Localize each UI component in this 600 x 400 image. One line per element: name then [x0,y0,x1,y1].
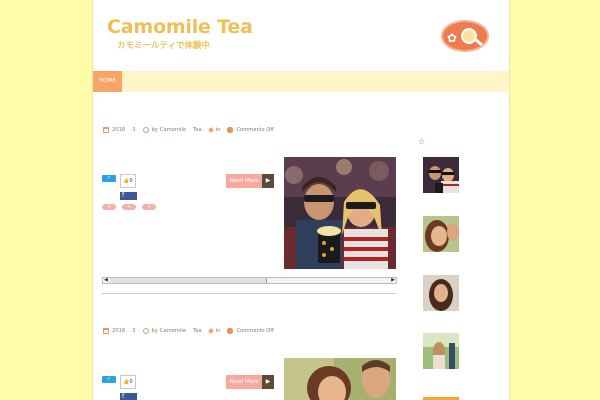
sidebar-thumbnail[interactable] [423,157,459,193]
author-icon [142,328,149,334]
calendar-icon [103,328,109,334]
author-prefix: by [151,328,158,334]
sidebar-thumbnail[interactable] [423,275,459,311]
post-year: 2016 [112,127,126,133]
author-link[interactable]: Camomile [160,127,186,133]
comments-status: Comments Off [236,328,274,334]
arrow-right-icon: ▶ [262,375,274,389]
couple-portrait-image [284,358,396,400]
pocket-pill-button[interactable]: ✎ [122,204,136,210]
handle-icon [474,38,484,47]
comment-icon [227,127,234,133]
movie-couple-image [284,157,396,269]
twitter-bird-icon: ✓ [106,376,112,382]
social-pills: ✎ ✎ ✎ [102,204,156,210]
tag-icon [207,127,214,133]
sidebar-thumbnail[interactable] [423,333,459,369]
site-title[interactable]: Camomile Tea [107,16,253,38]
post-meta: 2016 3 by Camomile Tea in Comments Off [103,328,274,334]
calendar-icon [103,127,109,133]
like-count: 0 [129,379,133,385]
movie-couple-thumb [423,157,459,193]
site-subtitle: カモミールティで体験中 [117,41,210,51]
author-link-2[interactable]: Tea [193,328,202,334]
main-navigation: HOME [93,71,509,92]
read-more-label: Read More [226,174,262,188]
author-prefix: by [151,127,158,133]
facebook-share-button[interactable]: f [120,393,137,400]
comments-status: Comments Off [236,127,274,133]
post-day: 3 [132,328,136,334]
post-divider [102,293,397,294]
sidebar-thumbnail[interactable] [423,216,459,252]
arrow-right-icon: ▶ [262,174,274,188]
post-meta: 2016 3 by Camomile Tea in Comments Off [103,127,274,133]
page-container: Camomile Tea カモミールティで体験中 ✿ HOME 2016 3 b… [92,0,510,400]
flower-icon: ✿ [447,31,458,45]
category-label: in [215,127,221,133]
post-thumbnail[interactable] [284,157,396,269]
nav-item-home[interactable]: HOME [93,71,122,92]
star-icon[interactable]: ☆ [418,137,425,146]
sidebar-thumbnail[interactable] [423,391,459,400]
scroll-left-arrow-icon[interactable]: ◀ [104,277,108,284]
hatena-pill-button[interactable]: ✎ [102,204,116,210]
comment-icon [227,328,234,334]
like-count: 0 [129,178,133,184]
author-link-2[interactable]: Tea [193,127,202,133]
twitter-share-button[interactable]: ✓ [102,175,116,182]
post-day: 3 [132,127,136,133]
woman-portrait-thumb [423,275,459,311]
read-more-label: Read More [226,375,262,389]
line-pill-button[interactable]: ✎ [142,204,156,210]
facebook-share-button[interactable]: f [120,192,137,200]
author-link[interactable]: Camomile [160,328,186,334]
category-label: in [215,328,221,334]
couple-outdoors-thumb [423,333,459,369]
post-year: 2016 [112,328,126,334]
scroll-right-arrow-icon[interactable]: ▶ [391,277,395,284]
author-icon [142,127,149,133]
read-more-button[interactable]: Read More ▶ [226,375,274,389]
like-button[interactable]: 👍0 [120,174,136,188]
tea-cup-logo-icon[interactable]: ✿ [441,20,489,52]
tag-icon [207,328,214,334]
horizontal-scrollbar[interactable]: ◀ ▶ [102,277,397,284]
read-more-button[interactable]: Read More ▶ [226,174,274,188]
twitter-bird-icon: ✓ [106,175,112,181]
scrollbar-thumb[interactable] [110,278,267,283]
post-thumbnail[interactable] [284,358,396,400]
twitter-share-button[interactable]: ✓ [102,376,116,383]
smiling-woman-thumb [423,216,459,252]
like-button[interactable]: 👍0 [120,375,136,389]
